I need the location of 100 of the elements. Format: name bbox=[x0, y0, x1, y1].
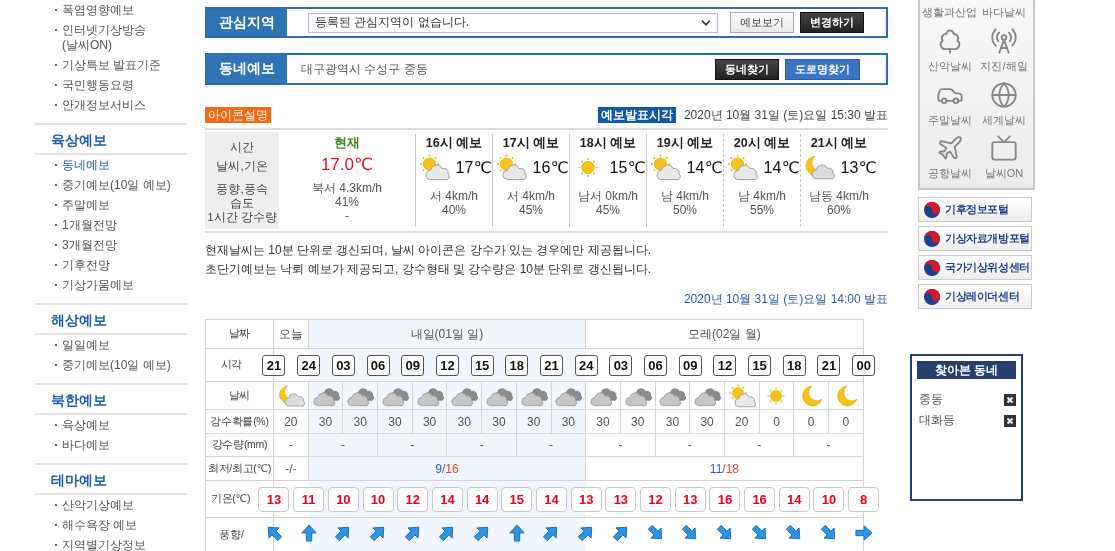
time-badge: 21 bbox=[817, 354, 841, 376]
interest-button[interactable]: 예보보기 bbox=[730, 12, 794, 33]
panel-label: 관심지역 bbox=[207, 9, 287, 36]
sidebar-link[interactable]: 주말예보 bbox=[55, 195, 110, 215]
forecast-temperature: 16℃ bbox=[532, 157, 569, 177]
humidity-text: 50% bbox=[673, 203, 697, 217]
sidebar-link[interactable]: 인터넷기상방송 (날씨ON) bbox=[55, 20, 146, 55]
sidebar-link[interactable]: 기후전망 bbox=[55, 255, 110, 275]
sidebar-link[interactable]: 1개월전망 bbox=[55, 215, 117, 235]
portal-link[interactable]: 기후정보포털 bbox=[918, 197, 1032, 222]
issued-time: 2020년 10월 31일 (토)요일 14:00 발표 bbox=[683, 291, 888, 307]
wind-text: 남서 0km/h bbox=[578, 189, 638, 203]
temperature-badge: 10 bbox=[813, 486, 845, 512]
sidebar-link[interactable]: 일일예보 bbox=[55, 335, 110, 355]
region-select[interactable]: 등록된 관심지역이 없습니다. bbox=[308, 12, 718, 33]
min-max-temperature: 11/18 bbox=[709, 461, 739, 476]
sidebar-link[interactable]: 육상예보 bbox=[55, 415, 110, 435]
quick-link[interactable]: 바다날씨 bbox=[977, 0, 1031, 20]
portal-link[interactable]: 국가기상위성센터 bbox=[918, 255, 1032, 280]
interest-button[interactable]: 변경하기 bbox=[800, 12, 864, 33]
sidebar-link[interactable]: 폭염영향예보 bbox=[55, 0, 134, 20]
sidebar-link[interactable]: 3개월전망 bbox=[55, 235, 117, 255]
row-label: 강수확률(%) bbox=[206, 410, 274, 433]
current-temperature: 17.0℃ bbox=[320, 155, 374, 175]
quick-link[interactable]: 주말날씨 bbox=[922, 74, 977, 128]
quick-link[interactable]: 산악날씨 bbox=[922, 20, 977, 74]
forecast-temperature: 15℃ bbox=[609, 157, 646, 177]
time-badge: 09 bbox=[401, 354, 425, 376]
panel-label: 동네예보 bbox=[207, 55, 287, 83]
note-text: 현재날씨는 10분 단위로 갱신되며, 날씨 아이콘은 강수가 있는 경우에만 제공됩니다. bbox=[205, 242, 653, 259]
forecast-temperature: 13℃ bbox=[840, 157, 877, 177]
table-cell: - bbox=[724, 434, 795, 456]
table-cell: 30 bbox=[551, 410, 587, 433]
quick-link[interactable]: 지진/해일 bbox=[977, 20, 1031, 74]
column-title: 21시 예보 bbox=[810, 135, 868, 151]
temperature-badge: 13 bbox=[605, 486, 637, 512]
note-text: 초단기예보는 낙뢰 예보가 제공되고, 강수형태 및 강수량은 10분 단위로 갱신됩니다. bbox=[205, 261, 653, 278]
humidity-text: 55% bbox=[750, 203, 774, 217]
quick-link[interactable]: 세계날씨 bbox=[977, 74, 1031, 128]
humidity-text: 45% bbox=[519, 203, 543, 217]
row-label: 강수량(mm) bbox=[206, 434, 274, 456]
humidity-text: 45% bbox=[596, 203, 620, 217]
sidebar-heading: 육상예보 bbox=[35, 125, 187, 155]
sidebar-link[interactable]: 안개정보서비스 bbox=[55, 95, 146, 115]
forecast-temperature: 14℃ bbox=[686, 157, 723, 177]
time-badge: 03 bbox=[609, 354, 633, 376]
row-label: 습도 bbox=[230, 196, 254, 210]
time-badge: 18 bbox=[782, 354, 806, 376]
sidebar-link[interactable]: 중기예보(10일 예보) bbox=[55, 355, 171, 375]
table-cell: 30 bbox=[308, 410, 344, 433]
temperature-badge: 8 bbox=[848, 486, 880, 512]
column-title: 19시 예보 bbox=[656, 135, 714, 151]
panel-title: 찾아본 동네 bbox=[917, 361, 1016, 379]
temperature-badge: 12 bbox=[397, 486, 429, 512]
table-cell: - bbox=[447, 434, 517, 456]
sidebar-heading: 테마예보 bbox=[35, 465, 187, 495]
wind-text: 남 4km/h bbox=[738, 189, 786, 203]
temperature-badge: 16 bbox=[709, 486, 741, 512]
portal-link[interactable]: 기상레이더센터 bbox=[918, 284, 1032, 309]
table-cell: 30 bbox=[516, 410, 552, 433]
sidebar-link[interactable]: 해수욕장 예보 bbox=[55, 515, 138, 535]
date-cell: 오늘 bbox=[274, 320, 309, 348]
sidebar-link[interactable]: 동네예보 bbox=[55, 155, 110, 175]
table-cell: - bbox=[794, 434, 864, 456]
sidebar-link[interactable]: 기상가뭄예보 bbox=[55, 275, 134, 295]
sidebar-link[interactable]: 지역별기상정보 bbox=[55, 535, 146, 551]
wind-text: 서 4km/h bbox=[430, 189, 478, 203]
sidebar-link[interactable]: 산악기상예보 bbox=[55, 495, 134, 515]
humidity-text: 40% bbox=[442, 203, 466, 217]
visited-place-link[interactable]: 중동 bbox=[919, 391, 943, 408]
table-cell: 30 bbox=[412, 410, 448, 433]
row-label: 풍향,풍속 bbox=[216, 182, 268, 196]
column-title: 18시 예보 bbox=[579, 135, 637, 151]
address-text: 대구광역시 수성구 중동 bbox=[301, 60, 428, 78]
row-label: 날짜 bbox=[206, 320, 274, 348]
sidebar-link[interactable]: 중기예보(10일 예보) bbox=[55, 175, 171, 195]
quick-link[interactable]: 생활과산업 bbox=[922, 0, 977, 20]
sidebar-link[interactable]: 바다예보 bbox=[55, 435, 110, 455]
issued-time: 2020년 10월 31일 (토)요일 15:30 발표 bbox=[683, 106, 888, 124]
quick-link[interactable]: 공항날씨 bbox=[922, 128, 977, 182]
time-badge: 18 bbox=[505, 354, 529, 376]
time-badge: 15 bbox=[748, 354, 772, 376]
sidebar-link[interactable]: 국민행동요령 bbox=[55, 75, 134, 95]
portal-link[interactable]: 기상자료개방포털 bbox=[918, 226, 1032, 251]
quick-link[interactable]: 날씨ON bbox=[977, 128, 1031, 182]
time-badge: 21 bbox=[262, 354, 286, 376]
local-button[interactable]: 도로명찾기 bbox=[785, 58, 860, 80]
local-button[interactable]: 동네찾기 bbox=[715, 58, 779, 80]
table-cell: - bbox=[308, 434, 379, 456]
row-label: 날씨 bbox=[206, 382, 274, 409]
rain-text: - bbox=[345, 209, 349, 223]
temperature-badge: 15 bbox=[501, 486, 533, 512]
time-badge: 09 bbox=[678, 354, 702, 376]
column-title: 16시 예보 bbox=[425, 135, 483, 151]
visited-place-link[interactable]: 대화동 bbox=[919, 412, 955, 429]
time-badge: 00 bbox=[852, 354, 876, 376]
temperature-badge: 12 bbox=[640, 486, 672, 512]
sidebar-link[interactable]: 기상특보 발표기준 bbox=[55, 55, 162, 75]
row-label: 시간 bbox=[230, 140, 254, 154]
date-cell: 모레(02일 월) bbox=[586, 320, 864, 348]
